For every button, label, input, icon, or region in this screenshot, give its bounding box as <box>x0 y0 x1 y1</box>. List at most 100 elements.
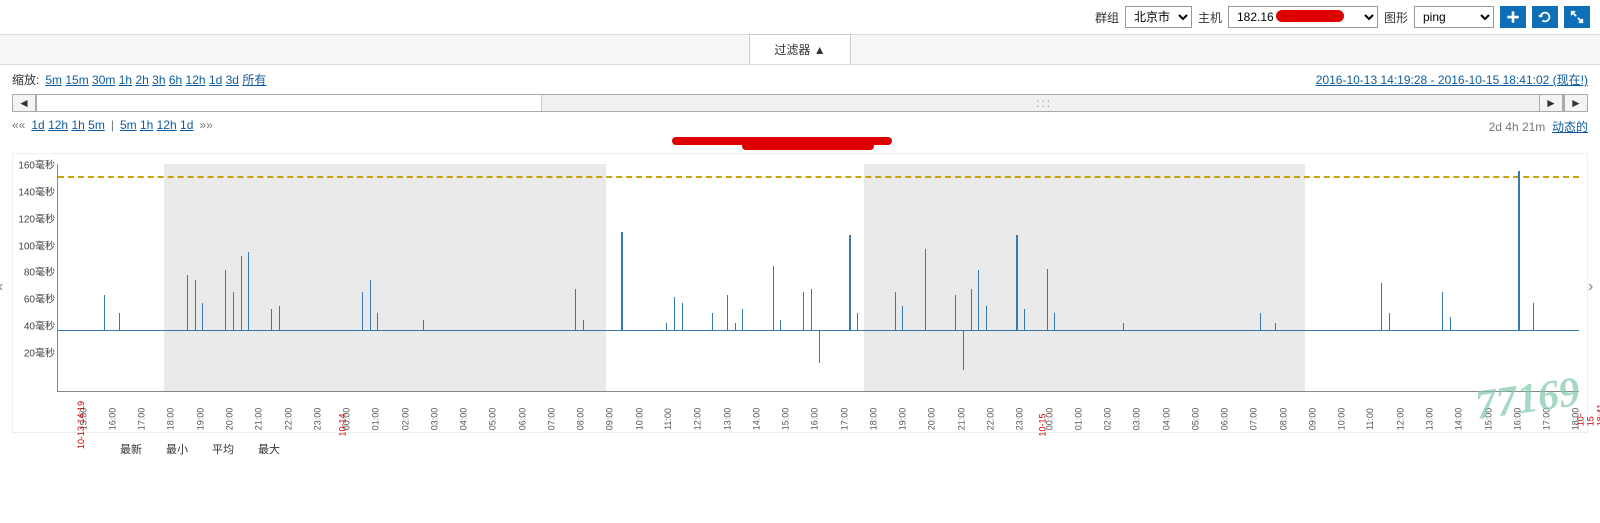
data-spike <box>1450 317 1451 331</box>
data-spike <box>1518 171 1520 331</box>
x-axis: 15:0016:0017:0018:0019:0020:0021:0022:00… <box>57 392 1579 432</box>
shift-prev-arrows[interactable]: «« <box>12 118 25 135</box>
x-date-mark: 10-13 14:19 <box>76 401 86 449</box>
chart-nav-left[interactable]: ‹ <box>0 278 12 298</box>
slider-handle[interactable]: ::: <box>541 95 1548 111</box>
data-spike <box>621 232 623 331</box>
data-spike <box>271 309 272 332</box>
data-spike <box>248 252 249 331</box>
x-tick: 14:00 <box>751 408 761 431</box>
data-spike <box>849 235 851 331</box>
x-tick: 01:00 <box>1073 408 1083 431</box>
y-tick: 20毫秒 <box>24 344 55 359</box>
data-spike <box>377 313 378 331</box>
graph-select[interactable]: ping <box>1414 6 1494 28</box>
data-spike <box>1024 309 1025 332</box>
fullscreen-icon <box>1570 10 1584 24</box>
refresh-icon <box>1538 10 1552 24</box>
x-tick: 03:00 <box>1132 408 1142 431</box>
zoom-30m[interactable]: 30m <box>92 73 115 87</box>
shift-back-1h[interactable]: 1h <box>71 118 84 132</box>
data-spike <box>773 266 774 331</box>
data-spike <box>674 297 675 331</box>
data-spike <box>202 303 203 331</box>
data-spike <box>1047 269 1048 331</box>
shift-back-12h[interactable]: 12h <box>48 118 68 132</box>
fullscreen-button[interactable] <box>1564 6 1590 28</box>
zoom-5m[interactable]: 5m <box>45 73 62 87</box>
zoom-2h[interactable]: 2h <box>135 73 148 87</box>
graph-label: 图形 <box>1384 9 1408 26</box>
legend-row: 最新 最小 平均 最大 <box>0 433 1600 457</box>
data-spike <box>279 306 280 332</box>
data-spike <box>370 280 371 331</box>
x-tick: 01:00 <box>371 408 381 431</box>
shift-back-1d[interactable]: 1d <box>31 118 44 132</box>
zoom-3h[interactable]: 3h <box>152 73 165 87</box>
y-tick: 120毫秒 <box>18 210 55 225</box>
data-spike <box>1275 323 1276 332</box>
slider-track[interactable]: ◄ ::: ► <box>36 94 1564 112</box>
x-tick: 23:00 <box>312 408 322 431</box>
chart-nav-right[interactable]: › <box>1588 278 1600 298</box>
x-tick: 07:00 <box>1249 408 1259 431</box>
data-spike <box>583 320 584 331</box>
zoom-所有[interactable]: 所有 <box>242 73 266 87</box>
x-tick: 16:00 <box>810 408 820 431</box>
legend-latest: 最新 <box>120 441 142 457</box>
add-button[interactable] <box>1500 6 1526 28</box>
shift-fwd-1h[interactable]: 1h <box>140 118 153 132</box>
y-tick: 140毫秒 <box>18 184 55 199</box>
data-spike <box>955 295 956 332</box>
data-spike <box>241 256 242 331</box>
x-tick: 08:00 <box>1278 408 1288 431</box>
x-tick: 13:00 <box>1424 408 1434 431</box>
shift-fwd-12h[interactable]: 12h <box>157 118 177 132</box>
x-tick: 17:00 <box>136 408 146 431</box>
data-spike <box>742 309 743 332</box>
shift-fwd-1d[interactable]: 1d <box>180 118 193 132</box>
x-tick: 23:00 <box>1015 408 1025 431</box>
zoom-6h[interactable]: 6h <box>169 73 182 87</box>
data-spike <box>978 270 979 331</box>
data-spike <box>902 306 903 332</box>
x-tick: 16:00 <box>107 408 117 431</box>
time-slider-row: ◄ ◄ ::: ► ► <box>0 94 1600 116</box>
slider-right-inner[interactable]: ► <box>1539 94 1563 112</box>
slider-left-outer[interactable]: ◄ <box>12 94 36 112</box>
plus-icon <box>1506 10 1520 24</box>
zoom-1h[interactable]: 1h <box>119 73 132 87</box>
timerange-from[interactable]: 2016-10-13 14:19:28 <box>1316 73 1427 87</box>
zoom-15m[interactable]: 15m <box>65 73 88 87</box>
shift-sep: | <box>111 118 114 135</box>
zoom-12h[interactable]: 12h <box>186 73 206 87</box>
data-spike <box>780 320 781 331</box>
zoom-1d[interactable]: 1d <box>209 73 222 87</box>
shift-next-arrows[interactable]: »» <box>199 118 212 135</box>
host-select[interactable]: 182.16 <box>1228 6 1378 28</box>
timerange-now[interactable]: (现在!) <box>1553 73 1588 87</box>
zoom-3d[interactable]: 3d <box>226 73 239 87</box>
data-spike <box>575 289 576 332</box>
group-select[interactable]: 北京市 <box>1125 6 1192 28</box>
y-tick: 160毫秒 <box>18 157 55 172</box>
data-spike <box>735 323 736 332</box>
data-spike <box>233 292 234 332</box>
data-spike <box>362 292 363 332</box>
x-tick: 12:00 <box>693 408 703 431</box>
slider-right-outer[interactable]: ► <box>1564 94 1588 112</box>
timerange-to[interactable]: 2016-10-15 18:41:02 <box>1438 73 1549 87</box>
x-tick: 05:00 <box>1190 408 1200 431</box>
refresh-button[interactable] <box>1532 6 1558 28</box>
y-tick: 100毫秒 <box>18 237 55 252</box>
dynamic-link[interactable]: 动态的 <box>1552 120 1588 134</box>
x-tick: 03:00 <box>429 408 439 431</box>
legend-avg: 平均 <box>212 441 234 457</box>
filter-toggle[interactable]: 过滤器 ▲ <box>749 34 850 64</box>
data-spike <box>225 270 226 331</box>
data-spike <box>857 313 858 331</box>
shift-fwd-5m[interactable]: 5m <box>120 118 137 132</box>
y-axis: 20毫秒40毫秒60毫秒80毫秒100毫秒120毫秒140毫秒160毫秒 <box>13 154 57 412</box>
plot-area[interactable] <box>57 164 1579 392</box>
shift-back-5m[interactable]: 5m <box>88 118 105 132</box>
